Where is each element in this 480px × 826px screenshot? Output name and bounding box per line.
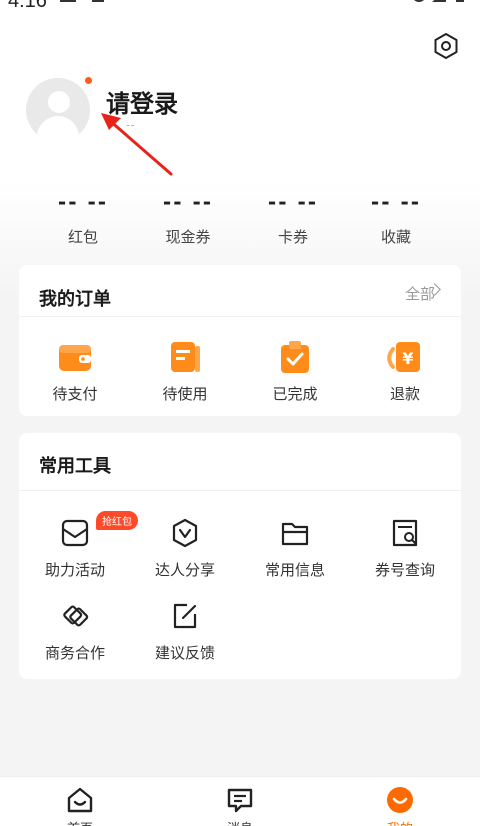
tool-label: 常用信息 (264, 561, 325, 579)
red-arrow-annotation (101, 113, 173, 176)
tool-expert-share[interactable]: 达人分享 (135, 513, 235, 580)
order-label: 待支付 (52, 385, 98, 403)
tool-label: 达人分享 (154, 561, 215, 579)
tool-label: 商务合作 (44, 644, 105, 662)
stats-row: -- -- 红包 -- -- 现金券 -- -- 卡券 -- -- 收藏 (0, 190, 480, 250)
divider (19, 490, 461, 491)
message-icon (225, 785, 255, 815)
nav-home[interactable]: 首页 (40, 785, 120, 826)
order-to-use[interactable]: 待使用 (135, 337, 235, 404)
shield-v-icon (165, 513, 205, 553)
notification-icon (60, 0, 76, 2)
tool-coupon-lookup[interactable]: 券号查询 (355, 513, 455, 580)
wallet-icon (55, 337, 95, 377)
tools-title: 常用工具 (39, 456, 111, 477)
signal-battery-icons (410, 0, 470, 2)
tool-label: 券号查询 (374, 561, 435, 579)
clipboard-check-icon (275, 337, 315, 377)
orders-title: 我的订单 (39, 289, 111, 310)
order-pending-payment[interactable]: 待支付 (25, 337, 125, 404)
stat-label: 收藏 (380, 228, 411, 246)
stat-cash-coupon[interactable]: -- -- 现金券 (138, 190, 238, 247)
stat-favorites[interactable]: -- -- 收藏 (346, 190, 446, 247)
refund-icon: ¥ (385, 337, 425, 377)
home-icon (65, 785, 95, 815)
order-label: 已完成 (272, 385, 318, 403)
tool-label: 助力活动 (44, 561, 105, 579)
stat-value: -- -- (57, 190, 109, 214)
nav-label: 我的 (360, 818, 440, 826)
order-completed[interactable]: 已完成 (245, 337, 345, 404)
orders-card: 我的订单 全部 待支付 待使用 已完成 ¥ 退款 (19, 265, 461, 416)
svg-text:¥: ¥ (402, 349, 413, 368)
tools-card: 常用工具 助力活动 抢红包 达人分享 常用信息 券号查询 商务合作 建议反馈 (19, 433, 461, 679)
order-label: 待使用 (162, 385, 208, 403)
stat-label: 现金券 (165, 228, 211, 246)
stat-card-coupon[interactable]: -- -- 卡券 (243, 190, 343, 247)
tool-business-cooperation[interactable]: 商务合作 (25, 596, 125, 663)
app-notification-icon (92, 0, 104, 2)
notification-dot (85, 77, 92, 84)
divider (19, 316, 461, 317)
envelope-icon (55, 513, 95, 553)
stat-value: -- -- (370, 190, 422, 214)
grab-red-packet-badge: 抢红包 (96, 511, 138, 530)
ticket-icon (165, 337, 205, 377)
stat-value: -- -- (162, 190, 214, 214)
stat-label: 红包 (67, 228, 98, 246)
status-bar: 4:16 (0, 0, 480, 14)
profile-smile-icon (385, 785, 415, 815)
receipt-search-icon (385, 513, 425, 553)
profile-page: 4:16 请登录 -- -- -- 红包 -- -- 现金券 -- -- 卡券 … (0, 0, 480, 826)
nav-messages[interactable]: 消息 (200, 785, 280, 826)
nav-label: 消息 (200, 818, 280, 826)
stat-red-packet[interactable]: -- -- 红包 (33, 190, 133, 247)
nav-mine[interactable]: 我的 (360, 785, 440, 826)
order-label: 退款 (389, 385, 420, 403)
bottom-nav: 首页 消息 我的 (0, 776, 480, 826)
avatar[interactable] (26, 78, 90, 142)
handshake-icon (55, 596, 95, 636)
order-refund[interactable]: ¥ 退款 (355, 337, 455, 404)
folder-icon (275, 513, 315, 553)
stat-value: -- -- (267, 190, 319, 214)
tool-label: 建议反馈 (154, 644, 215, 662)
edit-icon (165, 596, 205, 636)
stat-label: 卡券 (277, 228, 308, 246)
tool-common-info[interactable]: 常用信息 (245, 513, 345, 580)
nav-label: 首页 (40, 818, 120, 826)
status-time: 4:16 (8, 0, 47, 12)
settings-icon[interactable] (432, 32, 460, 60)
tool-feedback[interactable]: 建议反馈 (135, 596, 235, 663)
